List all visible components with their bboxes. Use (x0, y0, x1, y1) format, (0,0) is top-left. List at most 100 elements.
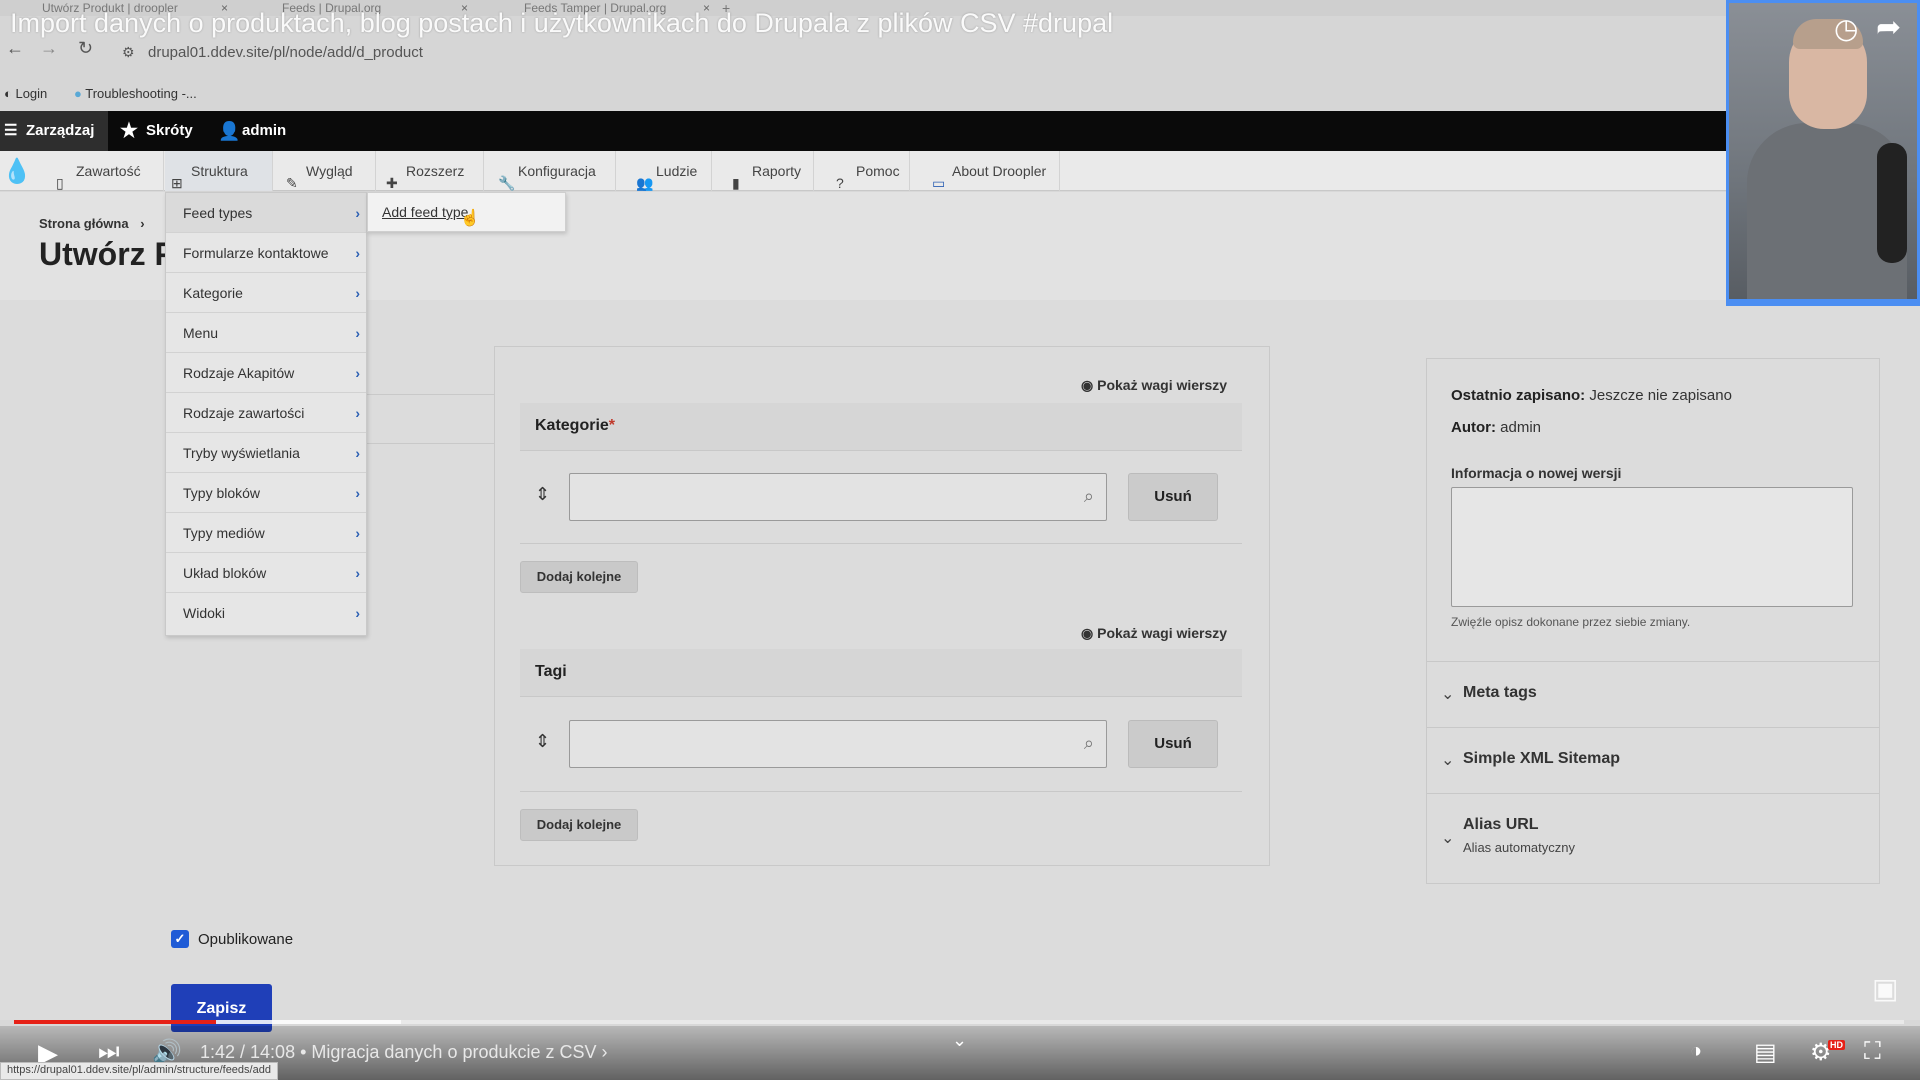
tray-item-help[interactable]: ? Pomoc (830, 151, 910, 191)
menu-item-label: Typy bloków (183, 485, 261, 501)
globe-icon: ◐ (4, 86, 16, 101)
menu-item-label: Menu (183, 325, 219, 341)
menu-item-views[interactable]: Widoki › (166, 593, 366, 633)
video-title[interactable]: Import danych o produktach, blog postach… (10, 8, 1113, 39)
tray-item-about-droopler[interactable]: ▭ About Droopler (926, 151, 1060, 191)
show-row-weights-link[interactable]: ◉ Pokaż wagi wierszy (1081, 625, 1227, 642)
menu-item-feed-types[interactable]: Feed types › (166, 193, 366, 233)
tray-item-label: Rozszerz (406, 163, 465, 179)
menu-item-content-types[interactable]: Rodzaje zawartości › (166, 393, 366, 433)
cast-icon[interactable]: ▣ (1872, 972, 1898, 1005)
forward-icon[interactable]: → (40, 38, 58, 59)
help-icon: ? (836, 175, 844, 191)
show-row-weights-label: Pokaż wagi wierszy (1097, 377, 1228, 393)
chevron-down-icon[interactable]: ⌄ (952, 1030, 967, 1051)
webcam-accent-line (1726, 302, 1920, 306)
menu-item-media-types[interactable]: Typy mediów › (166, 513, 366, 553)
admin-tray: 💧 ▯ Zawartość ⊞ Struktura ✎ Wygląd ✚ Roz… (0, 151, 1726, 191)
menu-item-label: Feed types (183, 205, 253, 221)
published-checkbox[interactable]: ✓ (171, 930, 189, 948)
tray-item-label: Pomoc (856, 163, 900, 179)
sitemap-icon: ⊞ (171, 175, 183, 191)
menu-item-menu[interactable]: Menu › (166, 313, 366, 353)
page-title: Utwórz Produkt (39, 236, 165, 272)
chevron-right-icon: › (355, 605, 360, 621)
tray-item-label: Zawartość (76, 163, 141, 179)
reload-icon[interactable]: ↻ (78, 38, 93, 59)
details-meta-tags[interactable]: ⌄ Meta tags (1427, 661, 1879, 727)
subtitles-icon[interactable]: ▤ (1754, 1038, 1777, 1067)
watch-later-icon[interactable]: ◷ (1834, 12, 1858, 45)
toolbar-manage-label: Zarządzaj (26, 122, 95, 139)
add-more-button[interactable]: Dodaj kolejne (520, 561, 638, 593)
mouse-cursor-icon: ☝ (460, 210, 480, 227)
menu-item-display-modes[interactable]: Tryby wyświetlania › (166, 433, 366, 473)
breadcrumb: Strona główna › (39, 216, 145, 231)
drag-handle-icon[interactable]: ⇕ (535, 484, 550, 505)
chevron-right-icon: › (355, 245, 360, 261)
menu-item-block-layout[interactable]: Układ bloków › (166, 553, 366, 593)
bookmark-login[interactable]: ◐ Login (4, 86, 47, 101)
toolbar-manage[interactable]: ☰ Zarządzaj (0, 111, 108, 151)
details-url-alias[interactable]: ⌄ Alias URL Alias automatyczny (1427, 793, 1879, 883)
menu-item-taxonomy[interactable]: Kategorie › (166, 273, 366, 313)
back-icon[interactable]: ← (6, 38, 24, 59)
details-title: Alias URL (1463, 816, 1539, 833)
bookmarks-bar: ◐ Login ● Troubleshooting -... (0, 82, 1726, 110)
menu-item-contact-forms[interactable]: Formularze kontaktowe › (166, 233, 366, 273)
row-separator (520, 543, 1242, 544)
show-row-weights-link[interactable]: ◉ Pokaż wagi wierszy (1081, 377, 1227, 394)
search-icon: ⌕ (1083, 733, 1094, 753)
breadcrumb-home[interactable]: Strona główna (39, 216, 129, 231)
menu-item-paragraph-types[interactable]: Rodzaje Akapitów › (166, 353, 366, 393)
chevron-right-icon: › (355, 525, 360, 541)
remove-button[interactable]: Usuń (1128, 473, 1218, 521)
tray-item-label: Raporty (752, 163, 802, 179)
field-header-kategorie: Kategorie* (520, 403, 1242, 451)
last-saved: Ostatnio zapisano: Jeszcze nie zapisano (1451, 387, 1732, 404)
people-icon: 👥 (636, 175, 654, 191)
droopler-logo-icon[interactable]: 💧 (2, 157, 32, 186)
tray-item-reports[interactable]: ▮ Raporty (726, 151, 814, 191)
brush-icon: ✎ (286, 175, 298, 191)
hamburger-icon: ☰ (4, 122, 18, 139)
autoplay-toggle-icon[interactable]: ◑ (1690, 1040, 1702, 1063)
fullscreen-exit-icon[interactable]: ⛶ (1864, 1038, 1881, 1066)
chevron-right-icon: › (355, 405, 360, 421)
tray-item-appearance[interactable]: ✎ Wygląd (280, 151, 376, 191)
drag-handle-icon[interactable]: ⇕ (535, 731, 550, 752)
toolbar-user[interactable]: 👤 admin (216, 111, 286, 151)
site-settings-icon[interactable]: ⚙ (122, 44, 135, 61)
tray-item-people[interactable]: 👥 Ludzie (630, 151, 712, 191)
tray-item-extend[interactable]: ✚ Rozszerz (380, 151, 484, 191)
toolbar-shortcuts[interactable]: ★ Skróty (118, 111, 193, 151)
menu-item-label: Rodzaje zawartości (183, 405, 305, 421)
video-time-chapter[interactable]: 1:42 / 14:08 • Migracja danych o produkc… (200, 1042, 608, 1063)
chevron-down-icon: ⌄ (1441, 752, 1455, 769)
save-button[interactable]: Zapisz (171, 984, 272, 1032)
breadcrumb-separator: › (140, 216, 145, 231)
author-value: admin (1500, 419, 1542, 436)
remove-button[interactable]: Usuń (1128, 720, 1218, 768)
meta-sidebar: Ostatnio zapisano: Jeszcze nie zapisano … (1426, 358, 1880, 884)
share-icon[interactable]: ➦ (1876, 10, 1901, 45)
video-progress-bar[interactable] (14, 1020, 1904, 1024)
menu-item-block-types[interactable]: Typy bloków › (166, 473, 366, 513)
details-xml-sitemap[interactable]: ⌄ Simple XML Sitemap (1427, 727, 1879, 793)
url-text: drupal01.ddev.site/pl/node/add/d_product (148, 44, 423, 61)
eye-icon: ◉ (1081, 377, 1098, 393)
kategorie-autocomplete-input[interactable]: ⌕ (569, 473, 1107, 521)
add-more-button[interactable]: Dodaj kolejne (520, 809, 638, 841)
tagi-autocomplete-input[interactable]: ⌕ (569, 720, 1107, 768)
structure-dropdown: Feed types › Formularze kontaktowe › Kateg… (165, 192, 367, 636)
address-bar[interactable]: ⚙ drupal01.ddev.site/pl/node/add/d_produ… (122, 40, 1702, 68)
tray-item-configuration[interactable]: 🔧 Konfiguracja (492, 151, 616, 191)
webcam-overlay (1726, 0, 1920, 302)
tray-item-structure[interactable]: ⊞ Struktura (165, 151, 273, 191)
last-saved-value: Jeszcze nie zapisano (1589, 387, 1732, 404)
bookmark-troubleshooting[interactable]: ● Troubleshooting -... (74, 86, 197, 101)
add-feed-type-link[interactable]: Add feed type (382, 204, 468, 220)
status-bar-url: https://drupal01.ddev.site/pl/admin/stru… (0, 1062, 278, 1080)
revision-log-textarea[interactable] (1451, 487, 1853, 607)
tray-item-content[interactable]: ▯ Zawartość (50, 151, 164, 191)
